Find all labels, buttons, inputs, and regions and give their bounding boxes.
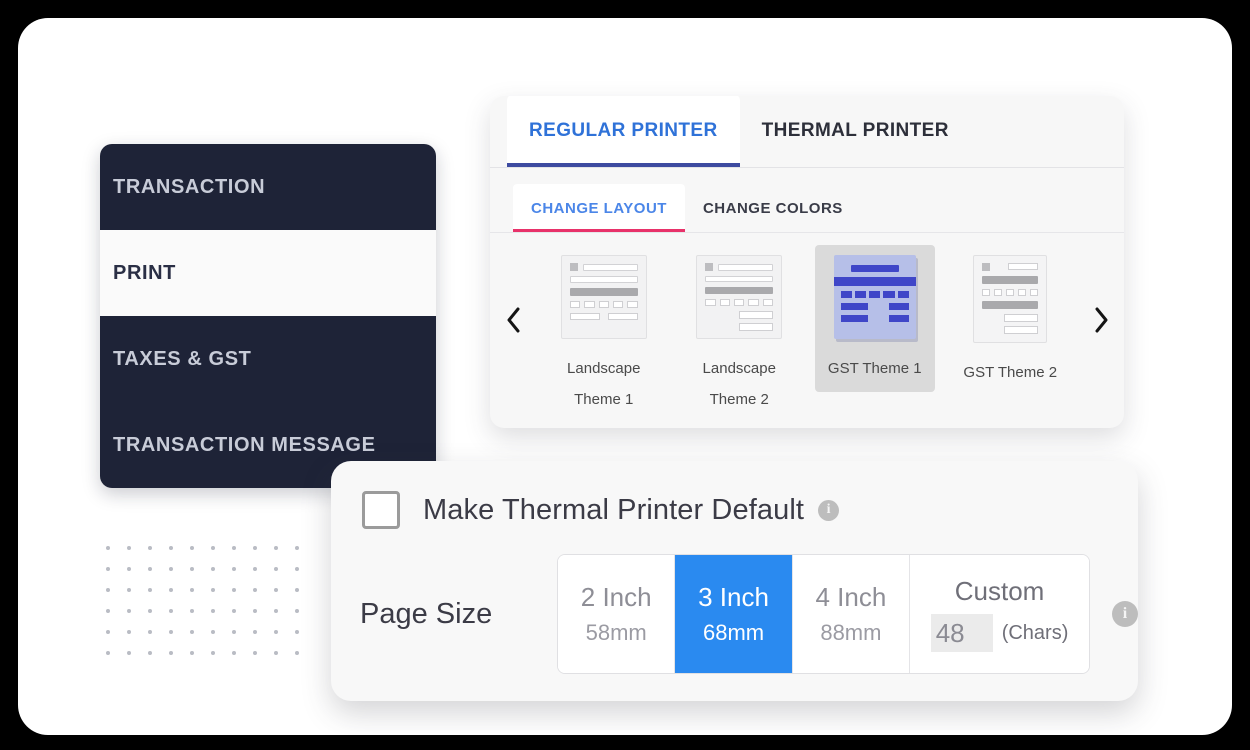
chevron-left-icon[interactable]: [490, 245, 536, 395]
chevron-right-icon[interactable]: [1078, 245, 1124, 395]
sidebar-item-taxes-gst[interactable]: TAXES & GST: [100, 316, 436, 402]
thermal-printer-panel: Make Thermal Printer Default i Page Size…: [331, 461, 1138, 701]
page-size-title: 2 Inch: [580, 582, 652, 612]
page-size-label: Page Size: [360, 597, 493, 630]
theme-label-line2: Theme 2: [709, 391, 769, 408]
theme-card-gst-theme-2[interactable]: GST Theme 2: [950, 245, 1070, 396]
tab-label: THERMAL PRINTER: [761, 120, 949, 141]
gst-theme-1-thumbnail-icon: [833, 255, 916, 339]
page-size-title: Custom: [954, 576, 1045, 606]
screenshot-root: TRANSACTION PRINT TAXES & GST TRANSACTIO…: [0, 0, 1250, 750]
make-thermal-default-checkbox[interactable]: [362, 491, 400, 529]
sidebar-item-label: TRANSACTION MESSAGE: [113, 433, 376, 456]
theme-card-label: Landscape Theme 2: [703, 353, 776, 415]
tab-regular-printer[interactable]: REGULAR PRINTER: [507, 96, 740, 167]
sidebar-item-label: TRANSACTION: [113, 175, 266, 198]
subtab-change-colors[interactable]: CHANGE COLORS: [685, 184, 861, 232]
page-size-sub: 58mm: [585, 620, 647, 645]
theme-options-list: Landscape Theme 1 Landscape Theme 2 GST …: [536, 245, 1078, 423]
theme-label-line2: Theme 1: [574, 391, 634, 408]
page-size-option-custom[interactable]: Custom (Chars): [910, 555, 1089, 673]
custom-chars-input[interactable]: [930, 614, 993, 652]
theme-label-line1: Landscape: [567, 360, 641, 377]
theme-card-label: GST Theme 2: [963, 357, 1057, 388]
custom-chars-row: (Chars): [930, 614, 1069, 652]
theme-card-landscape-theme-1[interactable]: Landscape Theme 1: [544, 245, 664, 423]
printer-settings-panel: REGULAR PRINTER THERMAL PRINTER CHANGE L…: [490, 96, 1124, 428]
custom-chars-unit-label: (Chars): [1001, 621, 1069, 644]
subtab-label: CHANGE LAYOUT: [531, 199, 667, 217]
gst-theme-2-thumbnail-icon: [973, 255, 1048, 343]
tab-label: REGULAR PRINTER: [529, 120, 718, 141]
app-page: TRANSACTION PRINT TAXES & GST TRANSACTIO…: [18, 18, 1232, 735]
page-size-row: Page Size 2 Inch 58mm 3 Inch 68mm 4 Inch…: [331, 529, 1138, 674]
sidebar-item-transaction[interactable]: TRANSACTION: [100, 144, 436, 230]
page-size-title: 3 Inch: [698, 582, 769, 612]
page-size-option-4-inch[interactable]: 4 Inch 88mm: [792, 555, 911, 673]
theme-label-line1: Landscape: [702, 360, 776, 377]
theme-card-landscape-theme-2[interactable]: Landscape Theme 2: [679, 245, 799, 423]
tab-thermal-printer[interactable]: THERMAL PRINTER: [740, 96, 971, 167]
printer-tabs: REGULAR PRINTER THERMAL PRINTER: [490, 96, 1124, 168]
page-size-option-2-inch[interactable]: 2 Inch 58mm: [558, 555, 676, 673]
page-size-option-3-inch[interactable]: 3 Inch 68mm: [675, 555, 793, 673]
info-icon[interactable]: i: [818, 499, 840, 521]
page-size-sub: 68mm: [702, 620, 765, 645]
page-size-options: 2 Inch 58mm 3 Inch 68mm 4 Inch 88mm Cust…: [557, 554, 1090, 674]
make-thermal-default-label: Make Thermal Printer Default: [423, 493, 805, 526]
theme-card-label: Landscape Theme 1: [567, 353, 640, 415]
info-icon[interactable]: i: [1112, 601, 1138, 627]
page-size-sub: 88mm: [820, 620, 882, 645]
theme-card-label: GST Theme 1: [828, 353, 922, 384]
page-size-title: 4 Inch: [815, 582, 887, 612]
subtab-change-layout[interactable]: CHANGE LAYOUT: [513, 184, 685, 232]
landscape-theme-1-thumbnail-icon: [560, 255, 647, 339]
theme-label-line1: GST Theme 1: [827, 360, 922, 377]
subtab-label: CHANGE COLORS: [702, 199, 843, 217]
make-default-row: Make Thermal Printer Default i: [331, 461, 1138, 529]
sidebar-item-label: TAXES & GST: [113, 347, 252, 370]
theme-card-gst-theme-1[interactable]: GST Theme 1: [814, 245, 935, 392]
printer-subtabs: CHANGE LAYOUT CHANGE COLORS: [490, 168, 1124, 233]
theme-carousel: Landscape Theme 1 Landscape Theme 2 GST …: [490, 233, 1124, 428]
dot-grid-decoration: [106, 546, 316, 672]
sidebar-item-print[interactable]: PRINT: [100, 230, 436, 316]
settings-sidebar: TRANSACTION PRINT TAXES & GST TRANSACTIO…: [100, 144, 436, 488]
landscape-theme-2-thumbnail-icon: [696, 255, 783, 339]
theme-label-line1: GST Theme 2: [963, 364, 1058, 381]
sidebar-item-label: PRINT: [113, 261, 176, 284]
